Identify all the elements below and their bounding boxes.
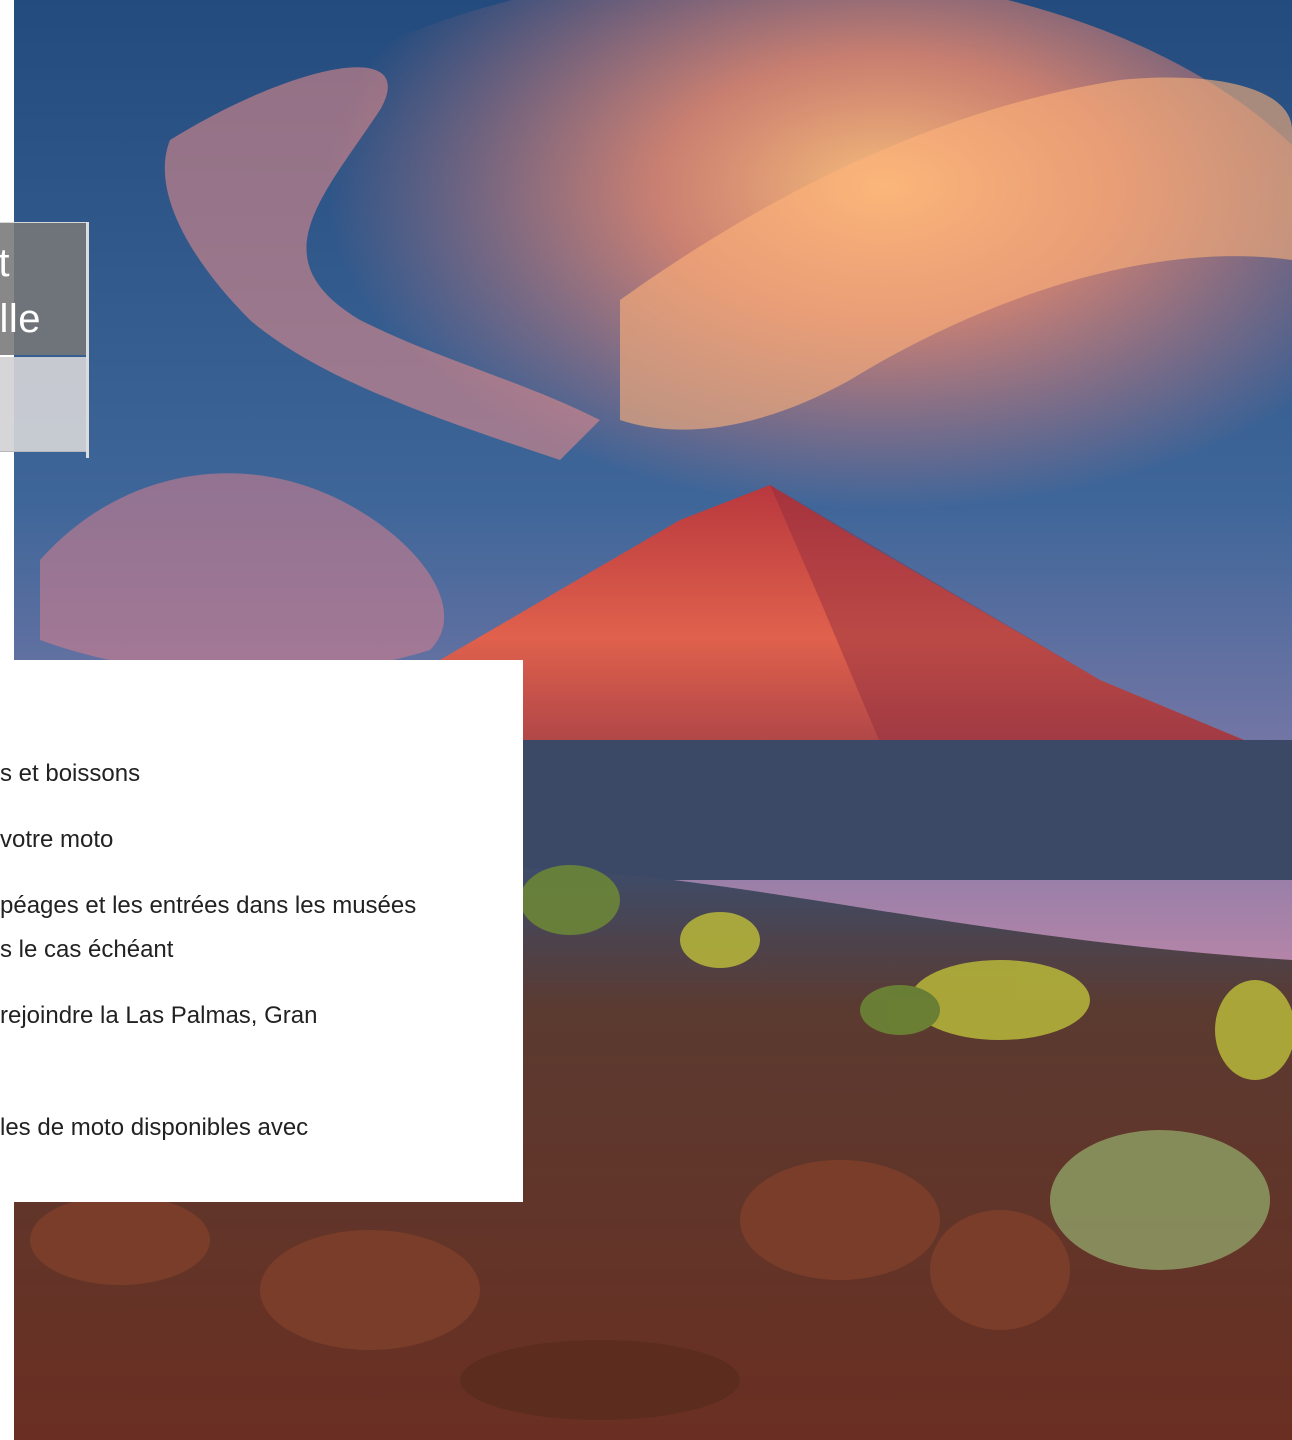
inclusions-card: s et boissons votre moto péages et les e… [0,660,523,1202]
list-item: péages et les entrées dans les musées [0,890,523,930]
list-item: rejoindre la Las Palmas, Gran [0,1000,523,1040]
side-tab-line-1: t [0,243,10,283]
list-item: votre moto [0,824,523,864]
list-item-text: s le cas échéant [0,936,174,963]
list-item: les de moto disponibles avec [0,1112,523,1152]
list-item-text: rejoindre la Las Palmas, Gran [0,1002,318,1029]
side-tab-line-2: lle [0,297,41,341]
side-tab-edge [86,222,89,458]
list-item-text: s et boissons [0,760,141,787]
list-item-text: les de moto disponibles avec [0,1114,309,1141]
list-item: s le cas échéant [0,934,523,974]
side-tab-card[interactable]: t lle [0,222,89,355]
list-item: s et boissons [0,758,523,798]
list-item-text: péages et les entrées dans les musées [0,892,417,919]
list-item-text: votre moto [0,826,114,853]
side-tab-subpanel[interactable] [0,357,89,452]
far-hills [420,740,1292,880]
